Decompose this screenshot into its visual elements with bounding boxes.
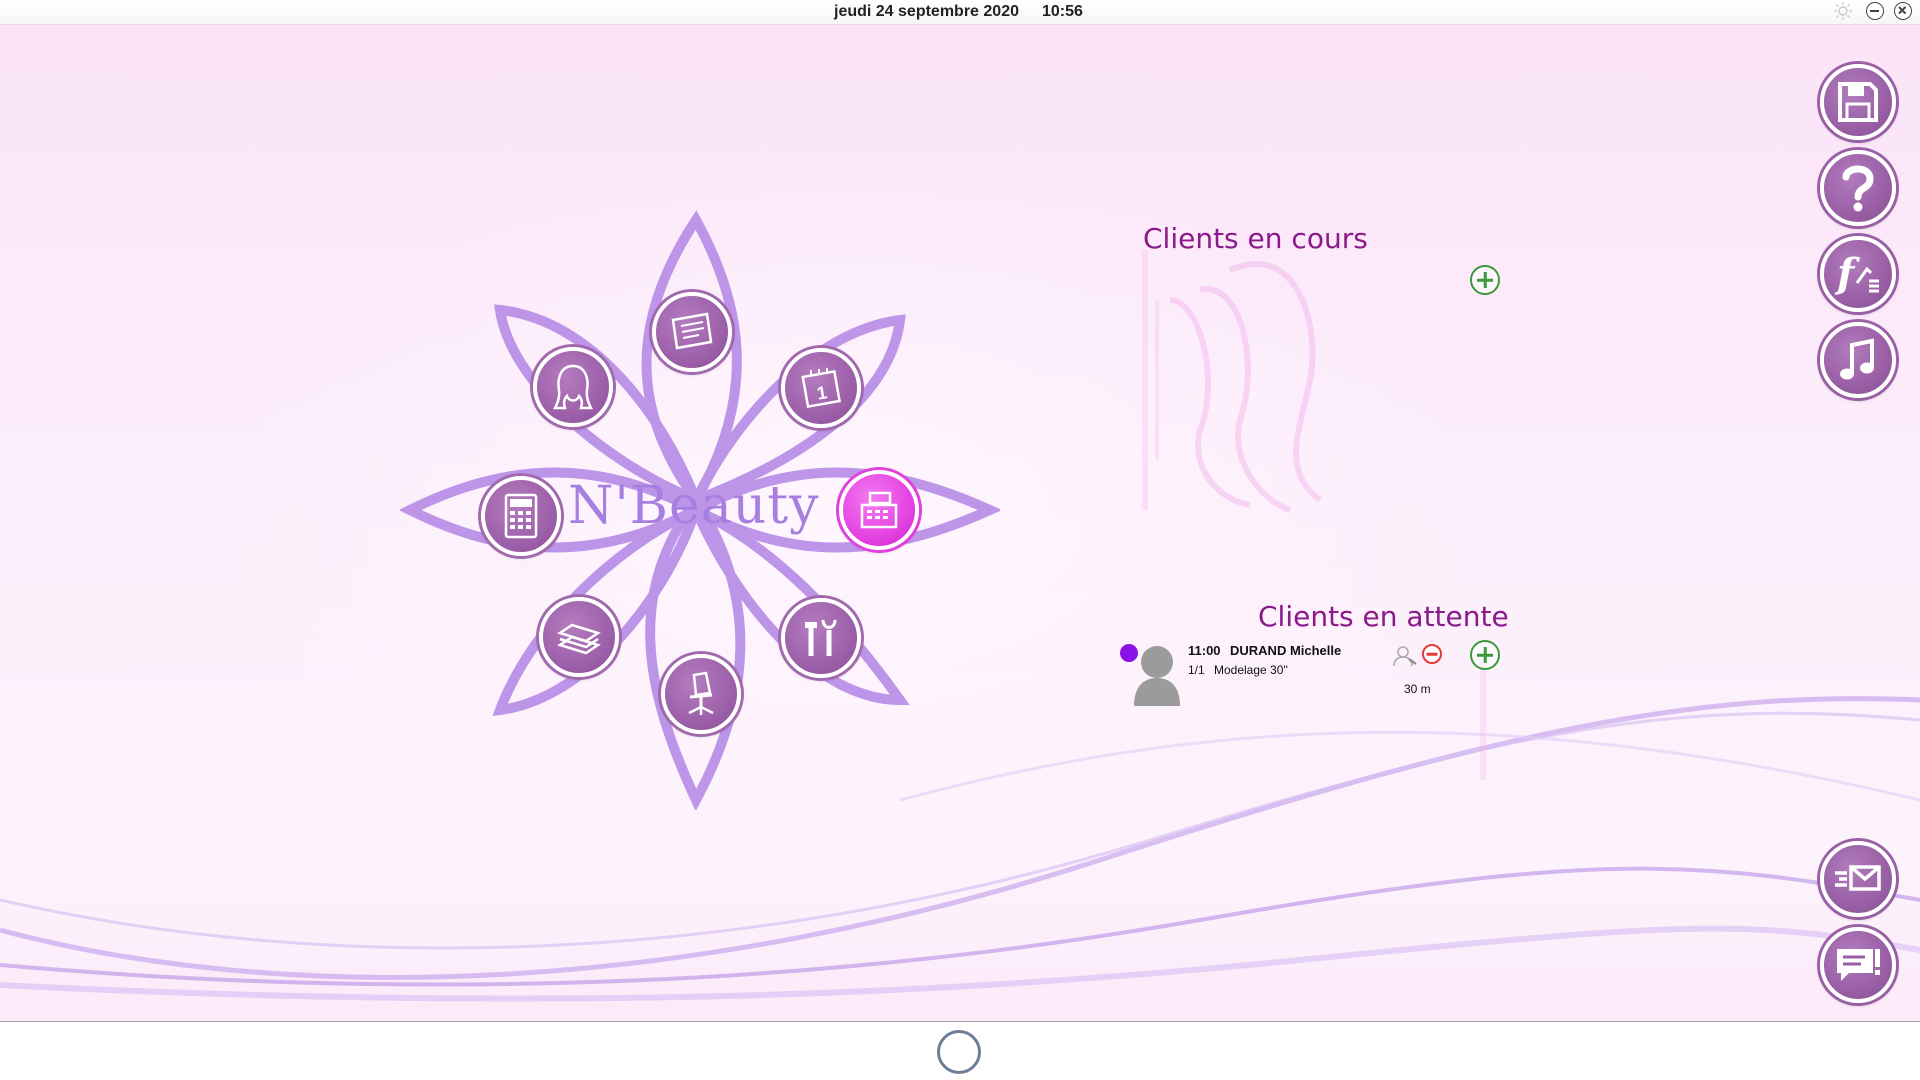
remove-client-button[interactable] (1422, 644, 1442, 664)
f-list-icon: f (1834, 250, 1879, 297)
music-button[interactable] (1820, 322, 1896, 398)
clients-en-cours-title: Clients en cours (1143, 222, 1368, 255)
mail-button[interactable] (1820, 841, 1896, 917)
register-button[interactable] (839, 470, 919, 550)
assign-staff-icon[interactable] (1392, 644, 1418, 668)
hair-button[interactable] (533, 347, 613, 427)
calculator-button[interactable] (481, 476, 561, 556)
office-chair-icon (688, 671, 714, 715)
chair-button[interactable] (661, 654, 741, 734)
close-icon[interactable] (1894, 2, 1912, 20)
help-button[interactable] (1820, 150, 1896, 226)
cash-register-icon (860, 491, 898, 529)
app-logo-text: N'Beauty (568, 476, 820, 536)
app-window: jeudi 24 septembre 2020 10:56 N'Beauty 1… (0, 0, 1920, 1080)
save-button[interactable] (1820, 64, 1896, 140)
avatar (1128, 640, 1186, 706)
music-note-icon (1840, 338, 1874, 380)
stack-icon (557, 623, 601, 655)
sun-icon[interactable] (1834, 2, 1852, 20)
clients-en-attente-title: Clients en attente (1258, 600, 1509, 633)
minimize-icon[interactable] (1866, 2, 1884, 20)
calendar-button[interactable]: 1 (781, 348, 861, 428)
tools-button[interactable] (781, 598, 861, 678)
home-button[interactable] (937, 1030, 981, 1074)
waiting-client-row[interactable]: 11:00 DURAND Michelle 1/1 Modelage 30'' … (1118, 636, 1508, 716)
client-duration: 30 m (1404, 682, 1431, 696)
tools-icon (805, 619, 837, 656)
question-mark-icon (1842, 165, 1874, 212)
envelope-icon (1835, 865, 1881, 891)
client-name: DURAND Michelle (1230, 643, 1342, 658)
client-count: 1/1 (1188, 663, 1205, 677)
chat-bubble-icon (1837, 949, 1880, 981)
invoice-button[interactable]: f (1820, 236, 1896, 312)
client-time: 11:00 (1188, 643, 1221, 658)
messages-button[interactable] (1820, 927, 1896, 1003)
file-folder-icon (671, 312, 713, 350)
svg-text:1: 1 (815, 382, 828, 403)
date-label: jeudi 24 septembre 2020 (834, 3, 1019, 20)
time-label: 10:56 (1042, 3, 1083, 20)
file-button[interactable] (652, 292, 732, 372)
svg-text:f: f (1834, 250, 1860, 297)
bottom-bar (0, 1021, 1920, 1080)
add-client-en-cours-button[interactable] (1470, 265, 1500, 295)
stock-button[interactable] (539, 597, 619, 677)
client-service: Modelage 30'' (1214, 663, 1288, 677)
calendar-icon: 1 (801, 368, 841, 408)
calculator-icon (504, 493, 538, 539)
top-bar: jeudi 24 septembre 2020 10:56 (0, 0, 1920, 25)
woman-head-icon (552, 364, 594, 410)
floppy-disk-icon (1838, 82, 1878, 122)
